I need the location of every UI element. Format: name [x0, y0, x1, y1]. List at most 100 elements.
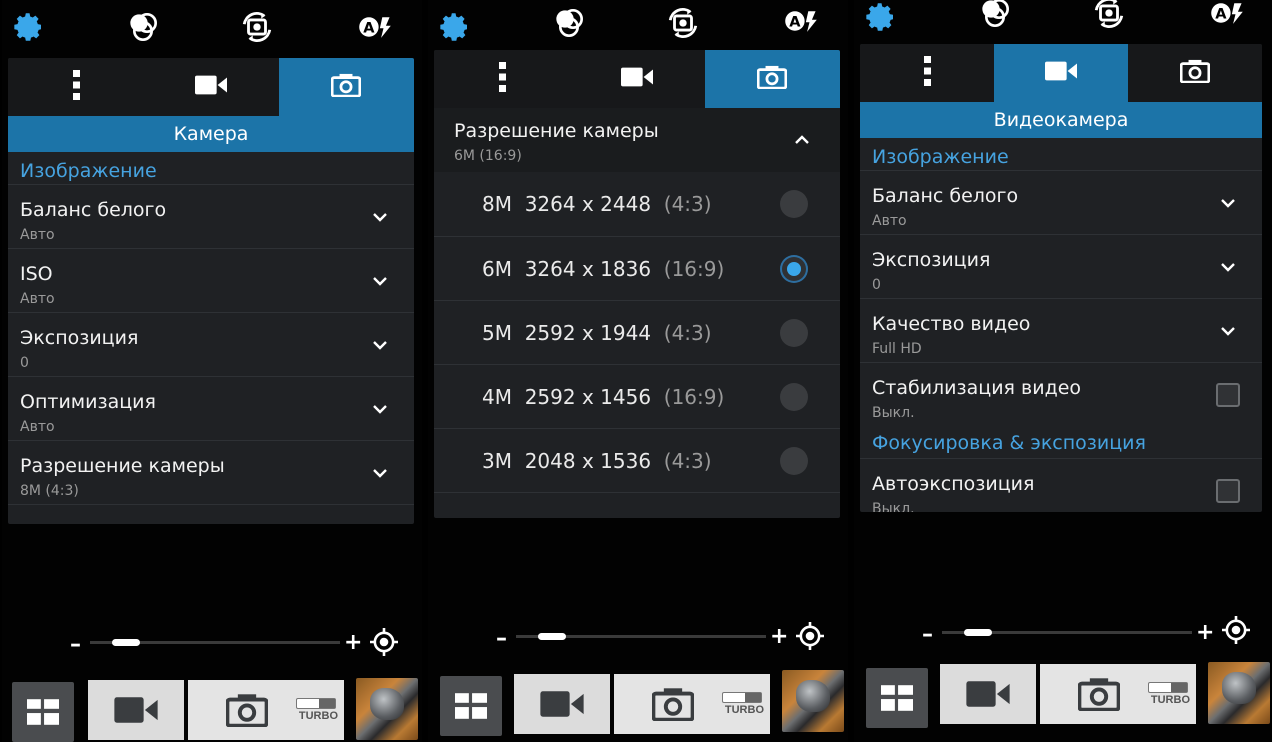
shutter-button[interactable]: TURBO [188, 680, 344, 740]
setting-value: Авто [20, 419, 55, 435]
flash-auto-icon[interactable] [784, 4, 818, 38]
setting-title: ISO [20, 263, 53, 285]
settings-panel: Камера Изображение Баланс белого Авто IS… [8, 58, 414, 524]
section-heading-focus: Фокусировка & экспозиция [872, 432, 1146, 454]
mode-grid-button[interactable] [12, 682, 74, 742]
effects-icon[interactable] [126, 10, 160, 44]
record-video-button[interactable] [514, 674, 610, 734]
camera-screen-1: Камера Изображение Баланс белого Авто IS… [2, 0, 422, 742]
zoom-out-button[interactable]: – [70, 632, 81, 657]
resolution-option-partial[interactable] [434, 492, 840, 518]
zoom-slider-thumb[interactable] [112, 639, 141, 646]
tab-video[interactable] [143, 58, 278, 116]
setting-row-exposure[interactable]: Экспозиция 0 [860, 234, 1262, 299]
setting-value: 0 [872, 277, 881, 293]
video-icon [114, 696, 158, 724]
setting-value: 6M (16:9) [454, 148, 522, 164]
zoom-slider-thumb[interactable] [538, 633, 567, 640]
zoom-in-button[interactable]: + [344, 630, 362, 655]
tab-more[interactable] [8, 58, 143, 116]
video-icon [966, 680, 1010, 708]
zoom-out-button[interactable]: – [496, 626, 507, 651]
setting-row-resolution[interactable]: Разрешение камеры 8M (4:3) [8, 440, 414, 505]
setting-row-white-balance[interactable]: Баланс белого Авто [8, 184, 414, 249]
turbo-label: TURBO [1150, 694, 1190, 706]
tab-camera[interactable] [278, 58, 414, 116]
zoom-out-button[interactable]: – [922, 622, 933, 647]
switch-camera-icon[interactable] [1092, 0, 1126, 30]
mode-grid-button[interactable] [440, 676, 502, 736]
focus-target-icon[interactable] [1222, 616, 1250, 644]
expanded-setting-header[interactable]: Разрешение камеры 6M (16:9) [434, 108, 840, 172]
setting-row-video-quality[interactable]: Качество видео Full HD [860, 298, 1262, 363]
setting-title: Экспозиция [20, 327, 139, 349]
radio-button-selected[interactable] [780, 255, 808, 283]
option-res: 2048 x 1536 [524, 449, 652, 473]
resolution-option[interactable]: 6M 3264 x 1836 (16:9) [434, 236, 840, 301]
tab-camera[interactable] [1128, 44, 1262, 102]
switch-camera-icon[interactable] [240, 10, 274, 44]
tab-video[interactable] [569, 50, 704, 108]
flash-auto-icon[interactable] [358, 10, 392, 44]
resolution-option[interactable]: 5M 2592 x 1944 (4:3) [434, 300, 840, 365]
setting-row-white-balance[interactable]: Баланс белого Авто [860, 170, 1262, 235]
focus-target-icon[interactable] [370, 628, 398, 656]
radio-button[interactable] [780, 319, 808, 347]
setting-row-partial[interactable] [8, 504, 414, 524]
setting-title: Качество видео [872, 313, 1031, 335]
tab-more[interactable] [860, 44, 994, 102]
settings-gear-icon[interactable] [438, 10, 472, 44]
radio-button[interactable] [780, 447, 808, 475]
gallery-thumbnail[interactable] [356, 678, 418, 740]
mode-grid-button[interactable] [866, 668, 928, 728]
camera-icon [1078, 677, 1120, 711]
zoom-slider-thumb[interactable] [964, 629, 993, 636]
setting-value: Выкл. [872, 405, 915, 421]
zoom-in-button[interactable]: + [770, 624, 788, 649]
stabilization-checkbox[interactable] [1216, 383, 1240, 407]
flash-auto-icon[interactable] [1210, 0, 1244, 30]
setting-value: Выкл. [872, 501, 915, 512]
grid-icon [881, 685, 913, 711]
effects-icon[interactable] [552, 6, 586, 40]
setting-title: Оптимизация [20, 391, 156, 413]
setting-row-exposure[interactable]: Экспозиция 0 [8, 312, 414, 377]
switch-camera-icon[interactable] [666, 6, 700, 40]
tab-video[interactable] [994, 44, 1128, 102]
chevron-down-icon [372, 401, 388, 417]
settings-gear-icon[interactable] [864, 0, 898, 34]
option-res: 2592 x 1456 [524, 385, 652, 409]
setting-title: Стабилизация видео [872, 377, 1082, 399]
setting-row-iso[interactable]: ISO Авто [8, 248, 414, 313]
camera-icon [652, 687, 694, 721]
focus-target-icon[interactable] [796, 622, 824, 650]
top-bar [2, 0, 422, 52]
shutter-button[interactable]: TURBO [614, 674, 770, 734]
turbo-label: TURBO [298, 710, 338, 722]
chevron-down-icon [1220, 323, 1236, 339]
tab-camera[interactable] [704, 50, 840, 108]
gallery-thumbnail[interactable] [1208, 662, 1270, 724]
settings-gear-icon[interactable] [12, 10, 46, 44]
resolution-option[interactable]: 8M 3264 x 2448 (4:3) [434, 172, 840, 236]
setting-row-stabilization[interactable]: Стабилизация видео Выкл. [860, 362, 1262, 427]
record-video-button[interactable] [940, 664, 1036, 724]
setting-row-auto-exposure[interactable]: Автоэкспозиция Выкл. [860, 458, 1262, 512]
zoom-in-button[interactable]: + [1196, 620, 1214, 645]
record-video-button[interactable] [88, 680, 184, 740]
option-mp: 3M [482, 449, 512, 473]
effects-icon[interactable] [978, 0, 1012, 30]
chevron-down-icon [372, 209, 388, 225]
setting-row-optimization[interactable]: Оптимизация Авто [8, 376, 414, 441]
option-ratio: (4:3) [663, 321, 712, 345]
auto-exposure-checkbox[interactable] [1216, 479, 1240, 503]
tab-more[interactable] [434, 50, 569, 108]
radio-button[interactable] [780, 383, 808, 411]
resolution-option[interactable]: 4M 2592 x 1456 (16:9) [434, 364, 840, 429]
resolution-option[interactable]: 3M 2048 x 1536 (4:3) [434, 428, 840, 493]
shutter-button[interactable]: TURBO [1040, 664, 1196, 724]
chevron-up-icon [794, 132, 810, 148]
option-mp: 6M [482, 257, 512, 281]
gallery-thumbnail[interactable] [782, 670, 844, 732]
radio-button[interactable] [780, 190, 808, 218]
